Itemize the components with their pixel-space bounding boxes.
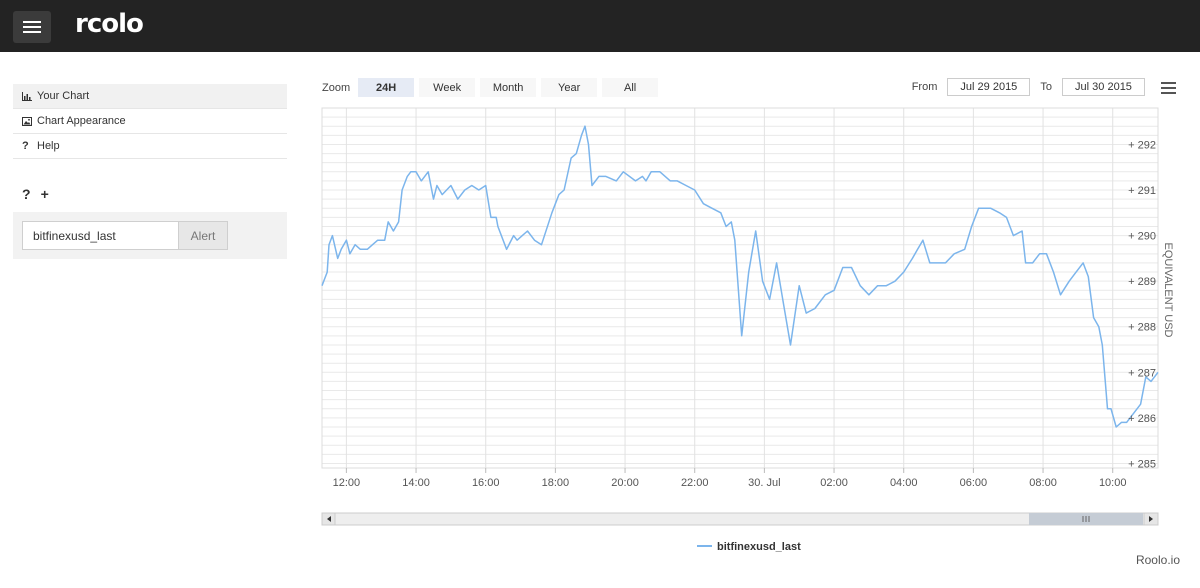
sidebar: Your Chart Chart Appearance ? Help ? + A… (13, 84, 287, 259)
x-tick-label: 18:00 (542, 477, 570, 489)
series-name-input[interactable] (22, 221, 179, 250)
top-bar: rcolo (0, 0, 1200, 52)
sidebar-item-your-chart[interactable]: Your Chart (13, 84, 287, 109)
y-tick-label: + 290 (1128, 231, 1156, 243)
line-chart: + 285 + 286 + 287 + 288 + 289 + 290 + 291 + 292… (321, 107, 1174, 553)
logo[interactable]: rcolo (75, 9, 144, 39)
y-tick-label: + 289 (1128, 276, 1156, 288)
x-tick-label: 04:00 (890, 477, 918, 489)
chart-panel: Zoom 24H Week Month Year All From Jul 29… (300, 70, 1200, 570)
plot-border (321, 107, 1159, 469)
x-tick-label: 08:00 (1029, 477, 1057, 489)
x-tick-label: 06:00 (960, 477, 988, 489)
y-tick-label: + 285 (1128, 458, 1156, 470)
question-icon: ? (22, 140, 29, 152)
sidebar-item-help[interactable]: ? Help (13, 134, 287, 159)
add-icon[interactable]: + (41, 186, 49, 202)
x-tick-label: 20:00 (611, 477, 639, 489)
alert-button[interactable]: Alert (179, 221, 228, 250)
alert-panel: Alert (13, 212, 287, 259)
x-tick-label: 02:00 (820, 477, 848, 489)
sidebar-item-chart-appearance[interactable]: Chart Appearance (13, 109, 287, 134)
sidebar-item-label: Chart Appearance (37, 115, 126, 127)
image-icon (22, 116, 32, 126)
x-axis: 12:00 14:00 16:00 18:00 20:00 22:00 30. Jul 02:… (333, 468, 1127, 489)
sidebar-item-label: Help (37, 140, 60, 152)
x-tick-label: 22:00 (681, 477, 709, 489)
hamburger-menu-icon[interactable] (13, 11, 51, 43)
x-tick-label: 14:00 (402, 477, 430, 489)
x-tick-label: 30. Jul (748, 477, 780, 489)
x-tick-label: 12:00 (333, 477, 361, 489)
legend[interactable]: bitfinexusd_last (697, 541, 801, 553)
y-tick-label: + 287 (1128, 367, 1156, 379)
grid (321, 107, 1159, 469)
y-axis: + 285 + 286 + 287 + 288 + 289 + 290 + 291 + 292 (1128, 139, 1156, 470)
y-axis-label: EQUIVALENT USD (1162, 243, 1174, 338)
legend-label: bitfinexusd_last (717, 541, 801, 553)
brand-footer[interactable]: Roolo.io (1136, 553, 1180, 567)
y-tick-label: + 286 (1128, 413, 1156, 425)
y-tick-label: + 288 (1128, 322, 1156, 334)
navigator-scrollbar[interactable] (321, 512, 1159, 526)
help-icon[interactable]: ? (22, 186, 31, 202)
x-tick-label: 16:00 (472, 477, 500, 489)
sidebar-tools: ? + (22, 186, 287, 202)
y-tick-label: + 291 (1128, 185, 1156, 197)
y-tick-label: + 292 (1128, 139, 1156, 151)
bar-chart-icon (22, 91, 32, 101)
x-tick-label: 10:00 (1099, 477, 1127, 489)
sidebar-item-label: Your Chart (37, 90, 90, 102)
